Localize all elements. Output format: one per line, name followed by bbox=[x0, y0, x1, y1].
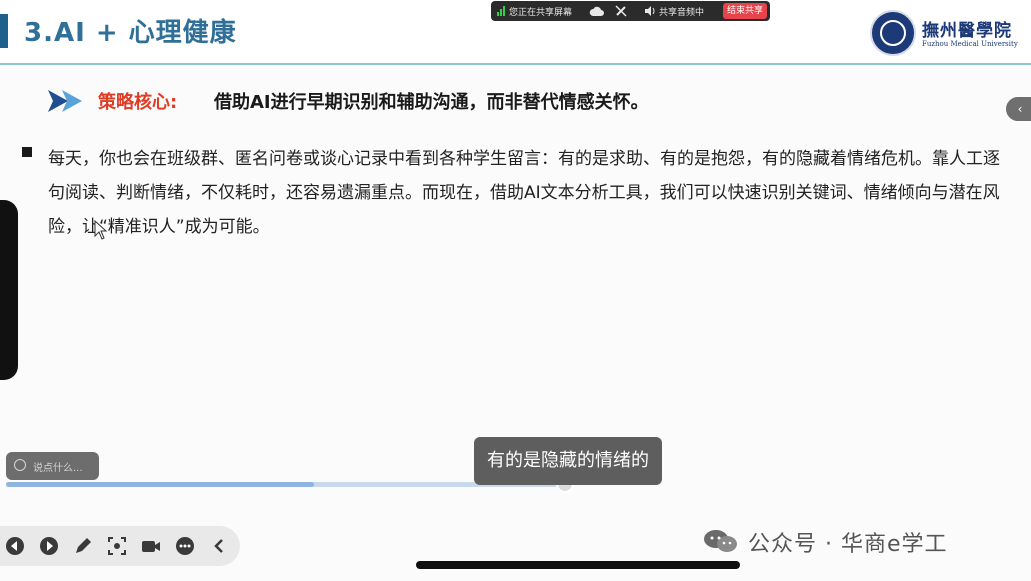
slide-title: 3.AI + 心理健康 bbox=[24, 18, 237, 48]
body-paragraph: 每天，你也会在班级群、匿名问卷或谈心记录中看到各种学生留言：有的是求助、有的是抱… bbox=[48, 149, 1000, 237]
left-edge-handle[interactable] bbox=[0, 200, 18, 380]
signal-icon bbox=[497, 6, 505, 16]
more-icon[interactable] bbox=[174, 535, 196, 557]
live-subtitle: 有的是隐藏的情绪的 bbox=[474, 437, 662, 485]
strategy-text: 借助AI进行早期识别和辅助沟通，而非替代情感关怀。 bbox=[214, 92, 649, 113]
audio-status: 共享音频中 bbox=[659, 8, 705, 18]
wechat-icon bbox=[704, 530, 737, 552]
comment-icon bbox=[14, 459, 26, 471]
stop-sharing-button[interactable]: 结束共享 bbox=[723, 3, 767, 19]
prev-icon[interactable] bbox=[4, 535, 26, 557]
watermark-text: 公众号 · 华商e学工 bbox=[748, 532, 948, 557]
header-accent-bar bbox=[0, 14, 8, 48]
logo-name-en: Fuzhou Medical University bbox=[922, 40, 1018, 48]
bullet-square bbox=[22, 147, 32, 157]
speaker-icon[interactable] bbox=[644, 5, 656, 17]
seal-icon bbox=[870, 10, 916, 56]
camera-icon[interactable] bbox=[140, 535, 162, 557]
logo-name-cn: 撫州醫學院 bbox=[922, 21, 1012, 41]
header-divider bbox=[0, 63, 1031, 65]
share-status: 您正在共享屏幕 bbox=[509, 8, 573, 18]
back-icon[interactable] bbox=[208, 535, 230, 557]
strategy-label: 策略核心: bbox=[98, 92, 178, 113]
cursor-icon bbox=[94, 220, 108, 240]
university-logo: 撫州醫學院 Fuzhou Medical University bbox=[870, 10, 1030, 56]
arrow-icon bbox=[48, 90, 82, 112]
cloud-icon[interactable] bbox=[589, 5, 605, 17]
comment-input[interactable]: 说点什么... bbox=[6, 452, 99, 480]
home-indicator[interactable] bbox=[416, 561, 740, 569]
no-draw-icon[interactable] bbox=[614, 4, 628, 18]
screenshot-icon[interactable] bbox=[106, 535, 128, 557]
pen-icon[interactable] bbox=[72, 535, 94, 557]
player-controls bbox=[0, 526, 240, 566]
collapse-side-button[interactable]: ‹ bbox=[1006, 97, 1031, 121]
comment-placeholder: 说点什么... bbox=[33, 463, 83, 474]
progress-fill bbox=[6, 482, 314, 487]
slide-screen: 3.AI + 心理健康 撫州醫學院 Fuzhou Medical Univers… bbox=[0, 0, 1031, 581]
play-icon[interactable] bbox=[38, 535, 60, 557]
